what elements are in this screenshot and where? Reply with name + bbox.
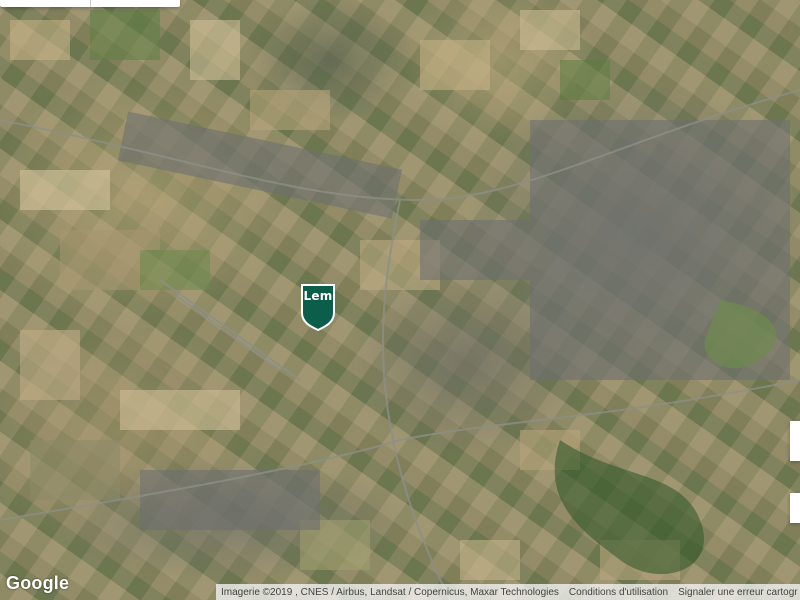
map-type-option[interactable] [0,0,90,7]
map-type-option[interactable] [89,0,181,7]
satellite-map[interactable] [0,0,800,600]
attribution-bar: Imagerie ©2019 , CNES / Airbus, Landsat … [216,584,800,600]
map-marker[interactable]: Lem [300,283,336,331]
imagery-attribution: Imagerie ©2019 , CNES / Airbus, Landsat … [221,586,559,598]
zoom-control[interactable] [790,493,800,523]
map-imagery [0,10,800,600]
fullscreen-control[interactable] [790,421,800,461]
report-error-link[interactable]: Signaler une erreur cartogr [673,587,800,598]
google-logo: Google [6,573,70,593]
map-type-control[interactable] [0,0,180,7]
marker-label: Lem [303,289,333,303]
terms-link[interactable]: Conditions d'utilisation [564,587,673,598]
